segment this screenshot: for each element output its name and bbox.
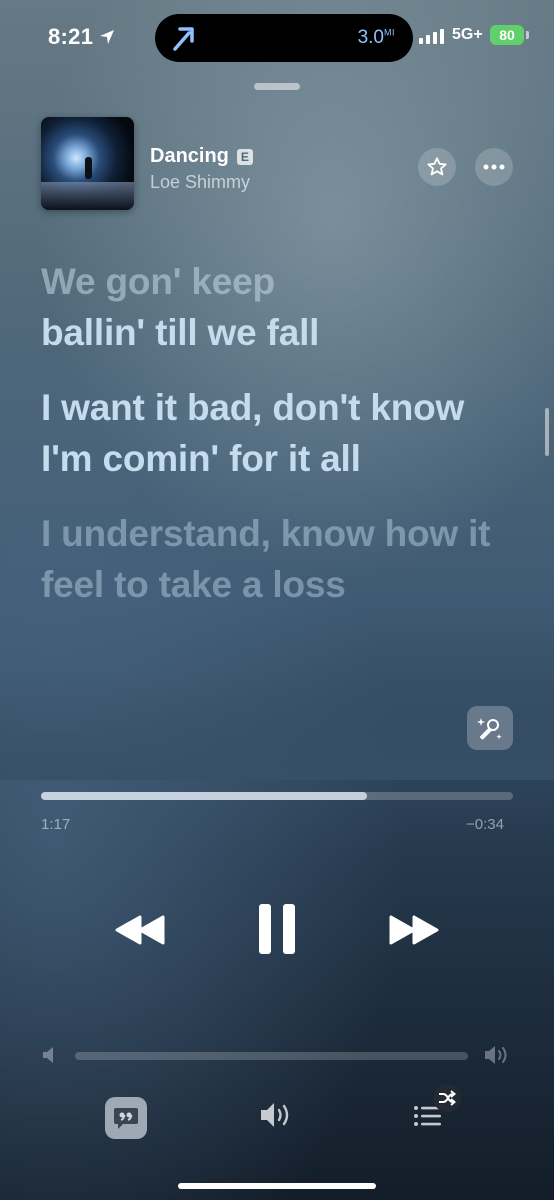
airplay-speaker-icon xyxy=(261,1103,289,1127)
shuffle-icon xyxy=(439,1090,456,1106)
volume-slider[interactable] xyxy=(75,1052,468,1060)
pause-icon xyxy=(259,904,295,954)
sing-along-button[interactable] xyxy=(467,706,513,750)
nav-distance-unit: MI xyxy=(384,27,395,38)
album-artwork[interactable] xyxy=(41,117,134,210)
favorite-button[interactable] xyxy=(418,148,456,186)
star-icon xyxy=(427,157,447,176)
song-title[interactable]: Dancing E xyxy=(150,145,253,168)
lyric-line[interactable]: I want it bad, don't know I'm comin' for… xyxy=(41,382,501,484)
playback-scrubber[interactable] xyxy=(41,792,513,800)
more-options-button[interactable] xyxy=(475,148,513,186)
lyrics-view[interactable]: We gon' keep ballin' till we fall I want… xyxy=(41,256,501,634)
fast-forward-icon xyxy=(389,915,439,945)
lyrics-quote-icon xyxy=(114,1108,138,1129)
next-button[interactable] xyxy=(384,908,444,952)
nav-distance: 3.0MI xyxy=(358,27,395,49)
battery-level: 80 xyxy=(499,27,515,43)
rewind-icon xyxy=(115,915,165,945)
microphone-sparkle-icon xyxy=(477,718,502,740)
home-indicator[interactable] xyxy=(178,1183,376,1189)
audio-output-button[interactable] xyxy=(258,1100,294,1135)
remaining-time: −0:34 xyxy=(466,816,504,833)
lyrics-scroll-indicator[interactable] xyxy=(545,408,549,456)
dynamic-island-navigation[interactable]: 3.0MI xyxy=(155,14,413,62)
ellipsis-icon xyxy=(483,164,505,170)
lyrics-toggle-button[interactable] xyxy=(105,1097,147,1139)
nav-distance-value: 3.0 xyxy=(357,27,384,48)
status-time-label: 8:21 xyxy=(48,24,94,49)
playback-progress-fill xyxy=(41,792,367,800)
artist-name[interactable]: Loe Shimmy xyxy=(150,172,250,193)
battery-indicator: 80 xyxy=(490,25,529,45)
explicit-badge: E xyxy=(236,148,253,165)
speaker-low-icon xyxy=(43,1047,53,1063)
network-type: 5G+ xyxy=(452,26,483,43)
shuffle-indicator xyxy=(433,1084,461,1112)
sheet-grabber[interactable] xyxy=(254,83,300,90)
artwork-ground xyxy=(41,182,134,210)
artwork-figure xyxy=(85,157,92,179)
previous-button[interactable] xyxy=(110,908,170,952)
lyric-line: ballin' till we fall xyxy=(41,312,320,353)
speaker-high-icon xyxy=(485,1046,507,1064)
status-time: 8:21 xyxy=(48,24,115,50)
cellular-signal-icon xyxy=(419,28,444,44)
location-arrow-icon xyxy=(100,30,115,44)
turn-arrow-icon xyxy=(173,27,194,51)
lyric-line[interactable]: I understand, know how it feel to take a… xyxy=(41,508,501,610)
pause-button[interactable] xyxy=(250,900,304,958)
song-title-label: Dancing xyxy=(150,145,229,167)
lyric-line: We gon' keep xyxy=(41,261,275,302)
elapsed-time: 1:17 xyxy=(41,816,71,833)
lyric-block[interactable]: We gon' keep ballin' till we fall xyxy=(41,256,501,358)
